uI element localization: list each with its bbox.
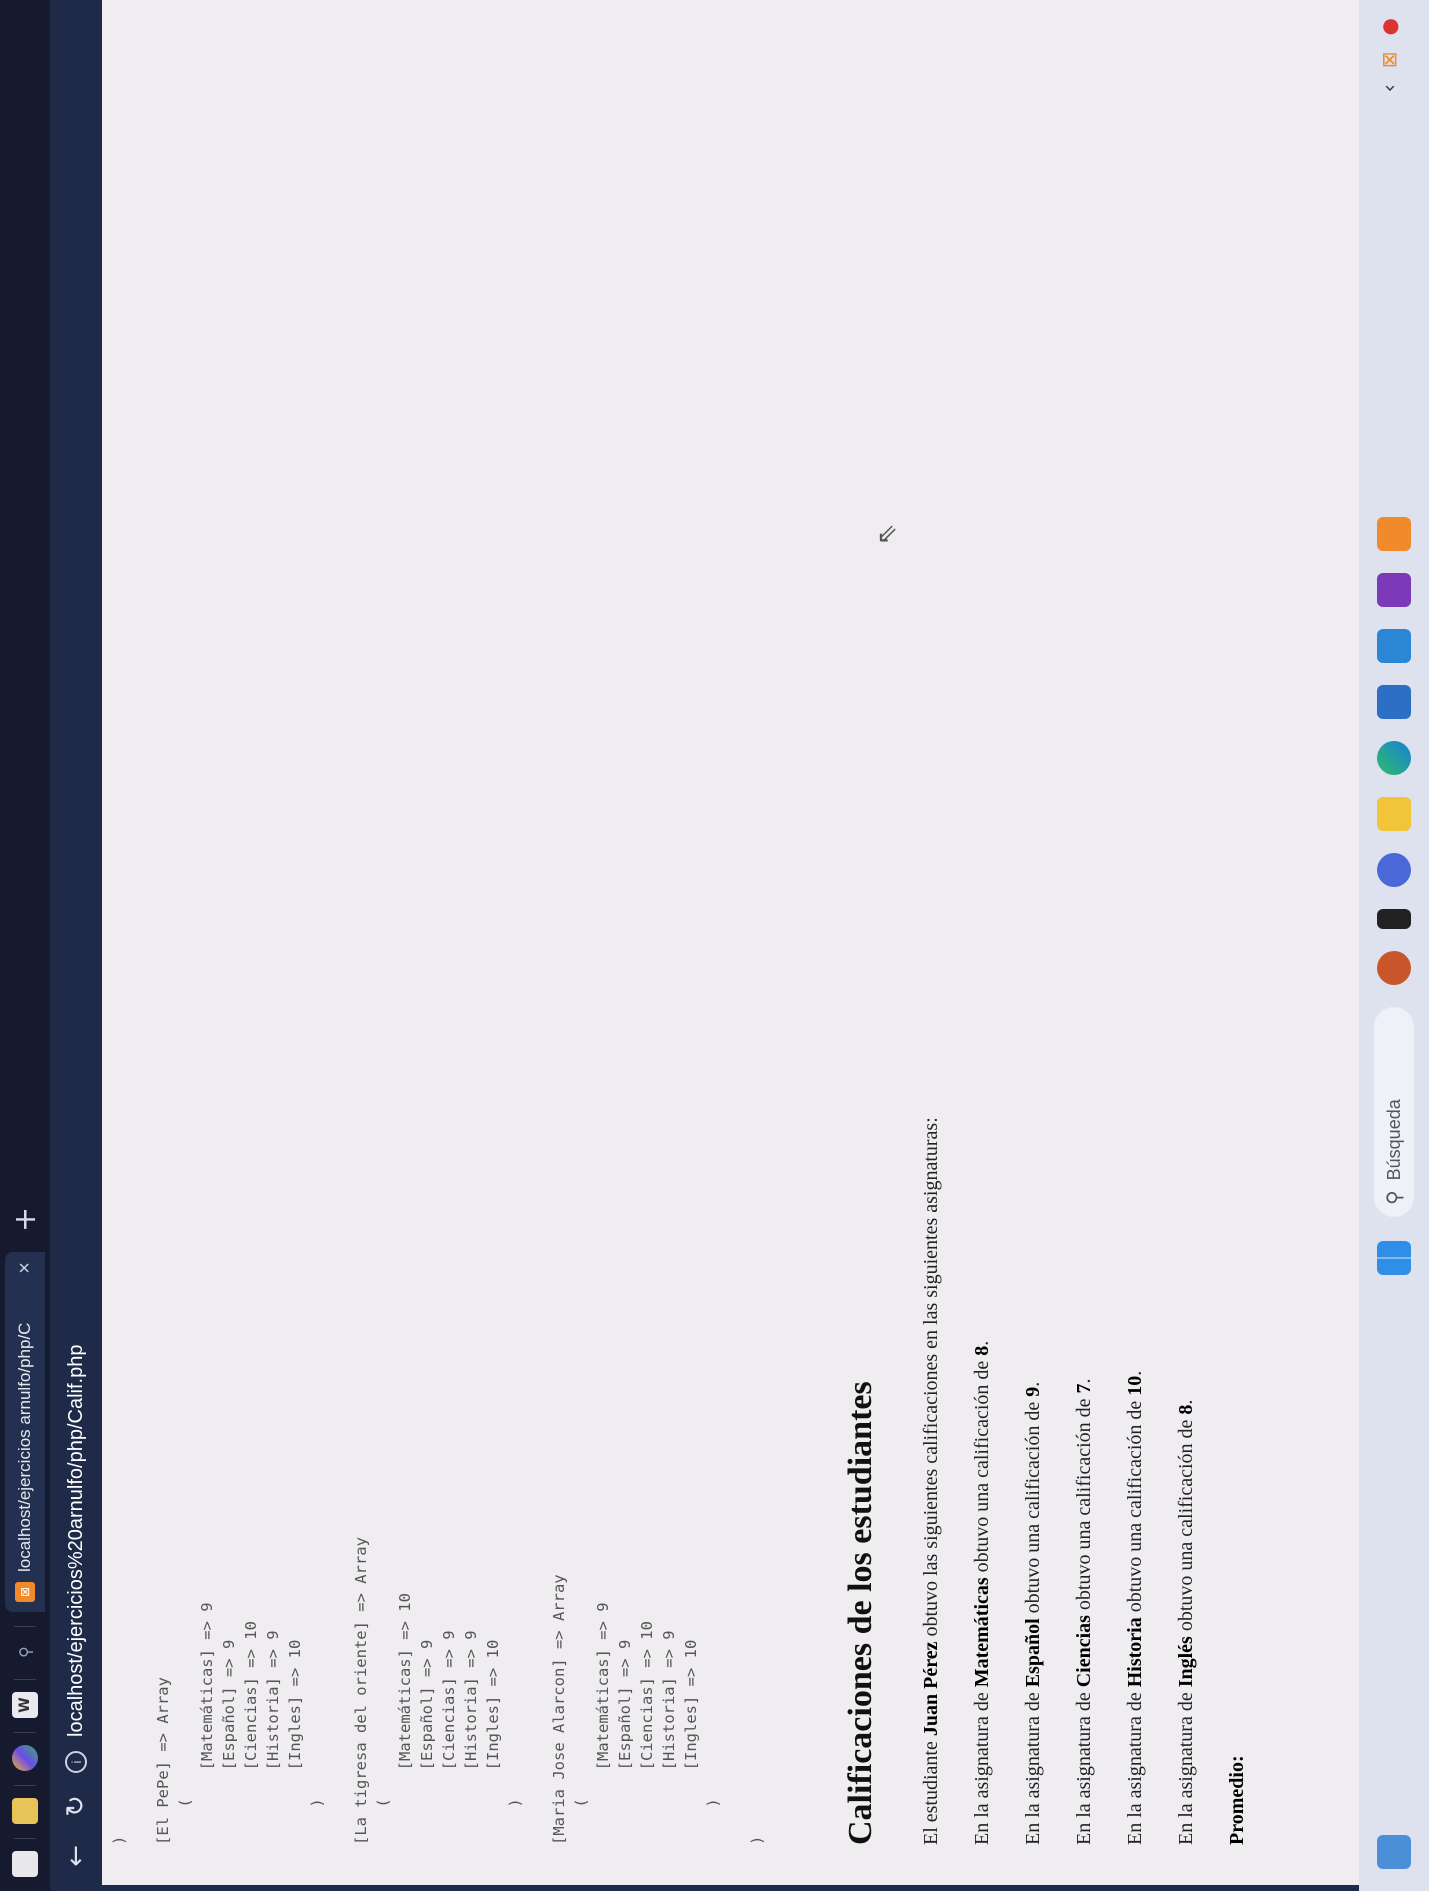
new-tab-icon[interactable]: + [8,1207,43,1232]
app-icon[interactable] [12,1745,38,1771]
subject-name: Matemáticas [971,1577,993,1688]
grade-middle: obtuvo una calificación de [1124,1395,1146,1618]
divider [14,1838,36,1839]
grade-end: . [1175,1399,1197,1405]
copilot-icon[interactable] [1377,853,1411,887]
xampp-tray-icon[interactable]: ⊠ [1377,51,1401,68]
intro-prefix: El estudiante [920,1736,942,1845]
app-icon[interactable] [1377,951,1411,985]
widgets-icon[interactable] [1377,1835,1411,1869]
taskbar: ⚲ Búsqueda ‹ ⊠ ● [1359,0,1429,1891]
vscode-icon[interactable] [1377,629,1411,663]
search-placeholder: Búsqueda [1383,1099,1404,1181]
grade-value: 7 [1073,1383,1095,1394]
onenote-icon[interactable] [1377,573,1411,607]
folder-icon[interactable] [12,1798,38,1824]
grades-section: Calificaciones de los estudiantes El est… [842,345,1277,1845]
windows-start-icon[interactable] [1377,1241,1411,1275]
site-info-icon[interactable]: i [65,1751,87,1773]
grade-prefix: En la asignatura de [971,1687,993,1845]
chevron-up-icon[interactable]: ‹ [1377,84,1401,92]
subject-name: Inglés [1175,1636,1197,1688]
grade-end: . [971,1340,993,1346]
notification-icon[interactable]: ● [1377,18,1401,35]
grade-value: 8 [971,1345,993,1356]
grade-value: 9 [1022,1386,1044,1397]
grade-middle: obtuvo una calificación de [1022,1396,1044,1619]
grade-line: En la asignatura de Historia obtuvo una … [1124,345,1147,1845]
grade-prefix: En la asignatura de [1175,1687,1197,1845]
page-content: ) [El PePe] => Array ( [Matemáticas] => … [102,0,1359,1891]
student-name: Juan Pérez [920,1641,942,1737]
browser-tab-bar: W ⚲ ⊠ localhost/ejercicios arnulfo/php/C… [0,0,50,1891]
intro-text: El estudiante Juan Pérez obtuvo las sigu… [920,345,943,1845]
back-arrow-icon[interactable]: ← [61,1841,91,1871]
grade-prefix: En la asignatura de [1124,1687,1146,1845]
grade-middle: obtuvo una calificación de [1073,1393,1095,1616]
mouse-cursor-icon: ⇖ [872,523,902,545]
search-icon[interactable]: ⚲ [12,1639,38,1665]
divider [14,1679,36,1680]
divider [14,1626,36,1627]
search-icon: ⚲ [1382,1190,1406,1205]
grade-middle: obtuvo una calificación de [971,1355,993,1578]
xampp-favicon-icon: ⊠ [15,1582,35,1602]
file-explorer-icon[interactable] [1377,797,1411,831]
grade-value: 10 [1124,1375,1146,1396]
grade-end: . [1124,1370,1146,1376]
reload-icon[interactable]: ↻ [61,1791,91,1821]
grade-value: 8 [1175,1404,1197,1415]
grade-end: . [1073,1378,1095,1384]
store-icon[interactable] [1377,685,1411,719]
tab-calif[interactable]: ⊠ localhost/ejercicios arnulfo/php/C × [5,1252,45,1612]
divider [14,1732,36,1733]
grade-line: En la asignatura de Matemáticas obtuvo u… [971,345,994,1845]
close-tab-icon[interactable]: × [14,1262,37,1274]
app-icon[interactable] [1377,909,1411,929]
intro-suffix: obtuvo las siguientes calificaciones en … [920,1117,942,1642]
subject-name: Español [1022,1618,1044,1688]
grade-line: En la asignatura de Español obtuvo una c… [1022,345,1045,1845]
sidebar-icon[interactable] [12,1851,38,1877]
address-bar[interactable]: i localhost/ejercicios%20arnulfo/php/Cal… [65,1345,88,1773]
divider [14,1785,36,1786]
grade-line: En la asignatura de Ciencias obtuvo una … [1073,345,1096,1845]
address-bar-row: ← ↻ i localhost/ejercicios%20arnulfo/php… [50,0,102,1891]
grade-end: . [1022,1381,1044,1387]
subject-name: Historia [1124,1617,1146,1688]
taskbar-search[interactable]: ⚲ Búsqueda [1374,1007,1414,1217]
system-tray: ‹ ⊠ ● [1377,18,1401,92]
grade-line: En la asignatura de Inglés obtuvo una ca… [1175,345,1198,1845]
average-label-text: Promedio: [1226,1755,1248,1845]
grade-prefix: En la asignatura de [1022,1687,1044,1845]
print-r-output: ) [El PePe] => Array ( [Matemáticas] => … [110,1537,766,1845]
url-text: localhost/ejercicios%20arnulfo/php/Calif… [64,1344,87,1737]
grade-prefix: En la asignatura de [1073,1687,1095,1845]
screen: W ⚲ ⊠ localhost/ejercicios arnulfo/php/C… [0,0,1429,1891]
tab-title: localhost/ejercicios arnulfo/php/C [15,1322,34,1572]
subject-name: Ciencias [1073,1615,1095,1688]
word-icon[interactable]: W [12,1692,38,1718]
grade-middle: obtuvo una calificación de [1175,1414,1197,1637]
average-label: Promedio: [1226,345,1249,1845]
edge-icon[interactable] [1377,741,1411,775]
page-title: Calificaciones de los estudiantes [842,1381,879,1845]
xampp-icon[interactable] [1377,517,1411,551]
